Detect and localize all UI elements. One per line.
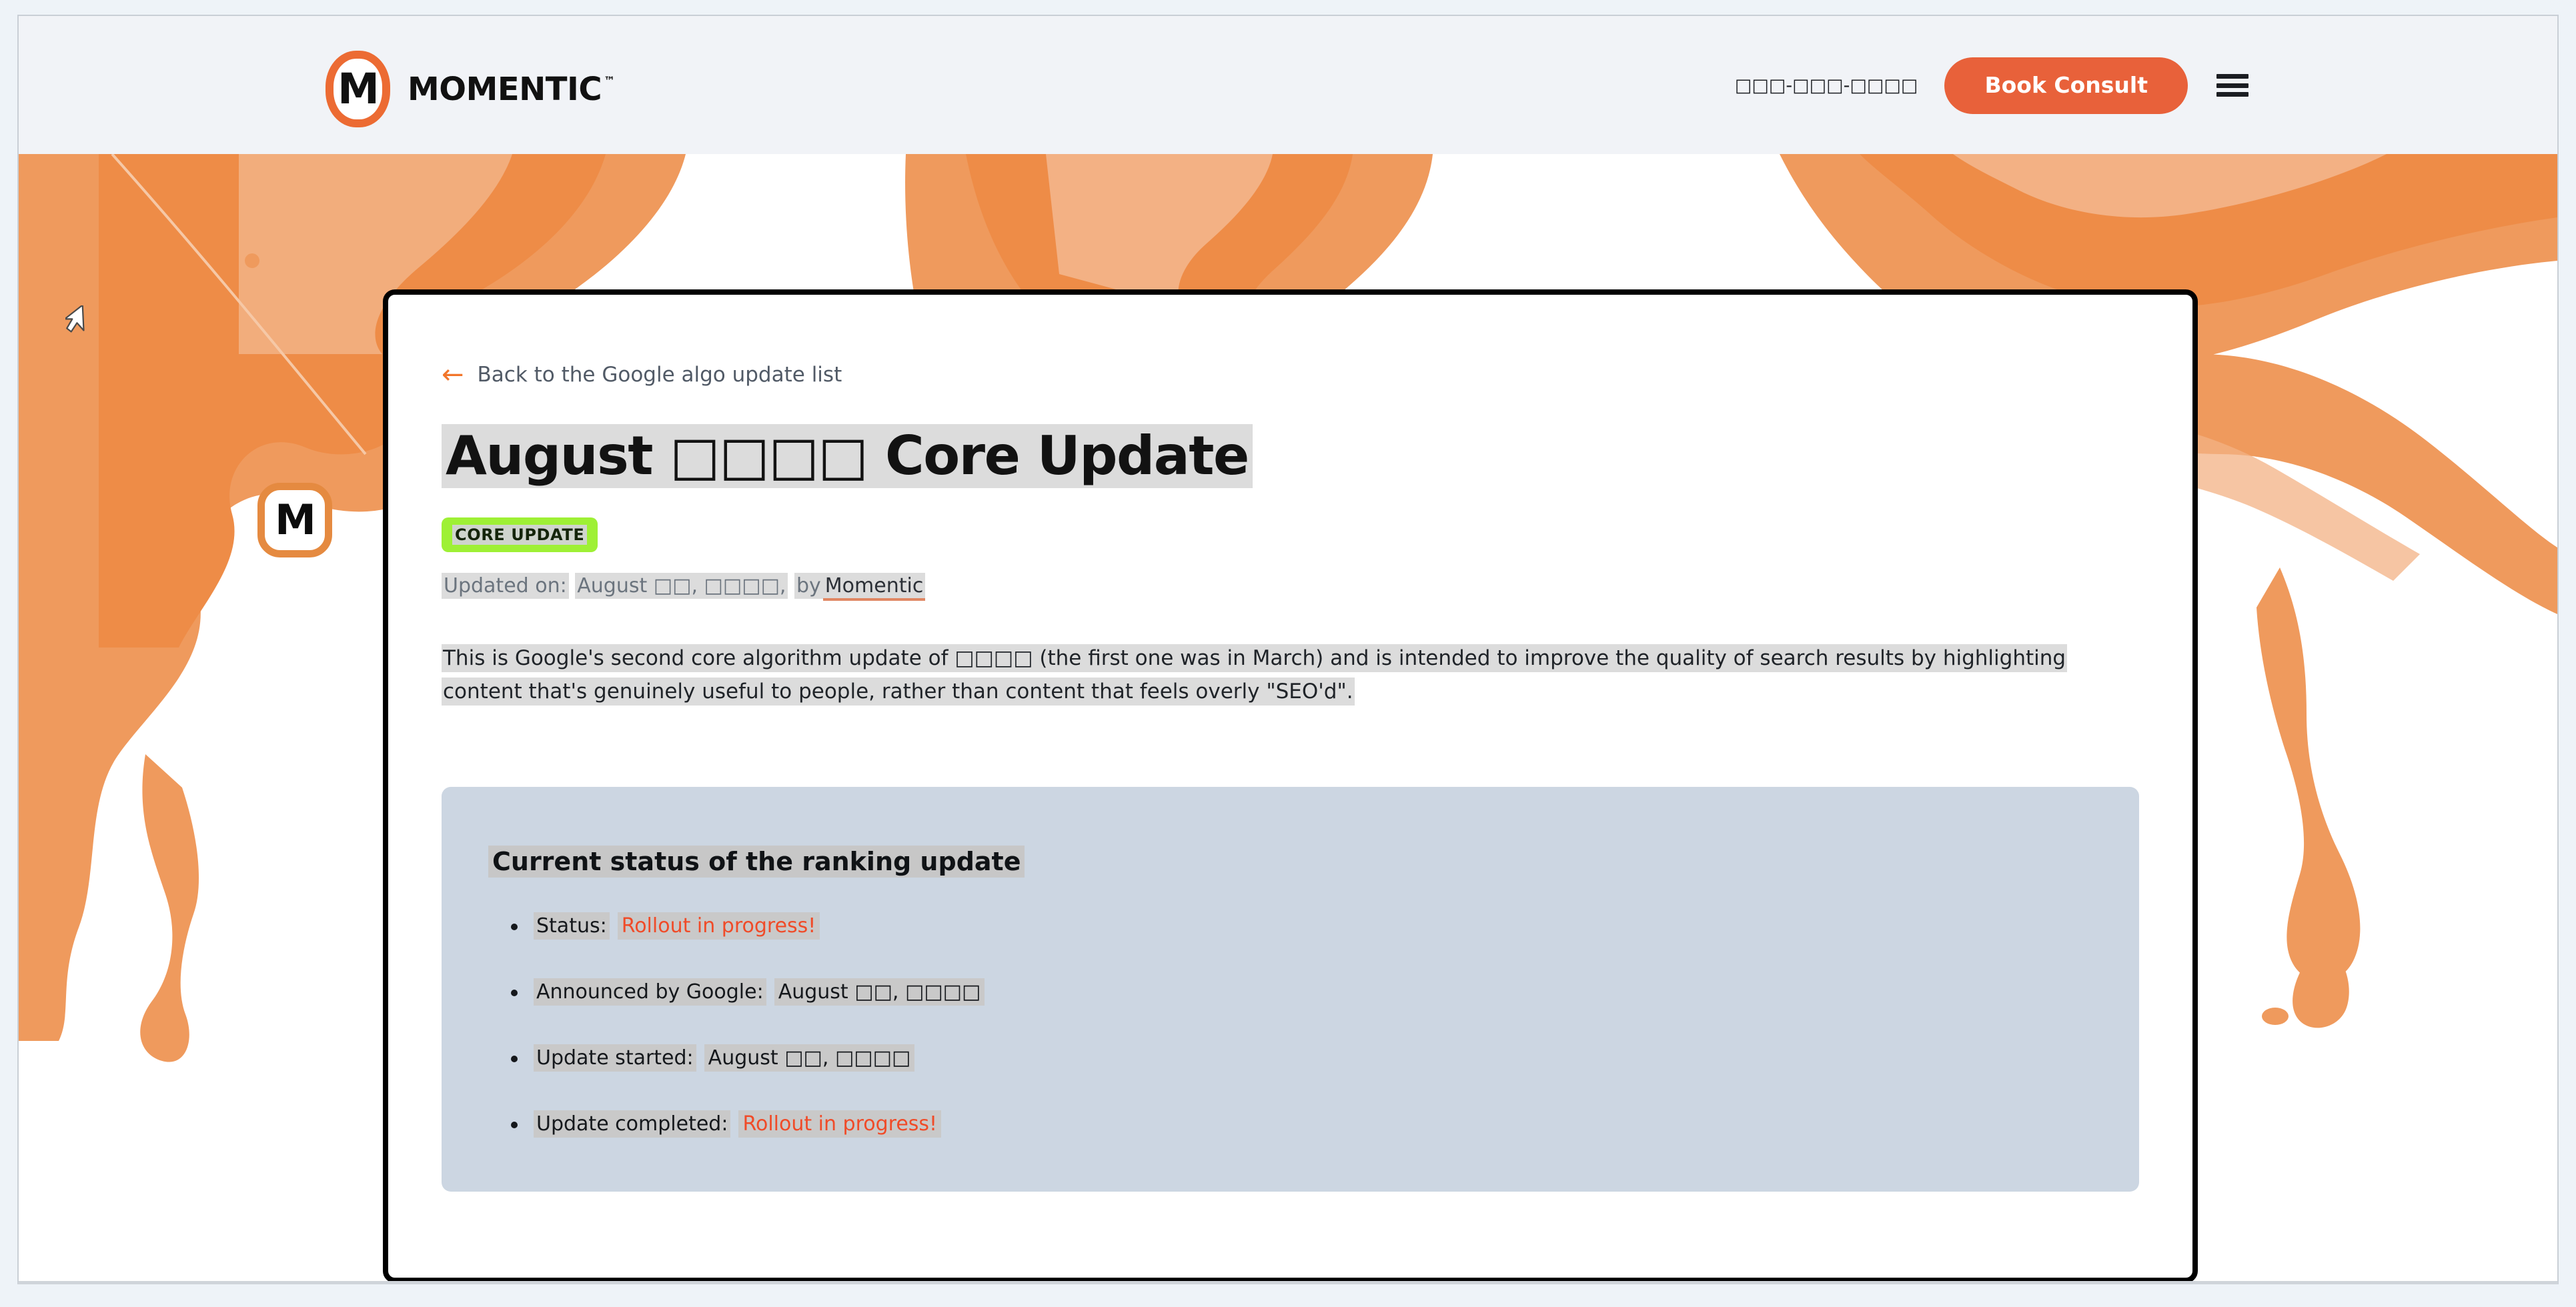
momentic-logo[interactable]: M MOMENTIC ™ <box>326 51 615 127</box>
logo-letter: M <box>338 65 380 113</box>
hamburger-menu-icon[interactable] <box>2214 71 2250 100</box>
byline-prefix: Updated on: <box>442 572 569 599</box>
brand-word-text: MOMENTIC <box>408 70 602 108</box>
byline-author-link[interactable]: Momentic <box>822 572 926 601</box>
article-lede-paragraph: This is Google's second core algorithm u… <box>442 641 2139 708</box>
byline-date: August □□, □□□□, <box>575 572 788 599</box>
ranking-status-panel: Current status of the ranking update Sta… <box>442 787 2139 1192</box>
status-item-label: Update started: <box>534 1044 696 1072</box>
phone-number-link[interactable]: □□□-□□□-□□□□ <box>1735 75 1918 96</box>
site-header: M MOMENTIC ™ □□□-□□□-□□□□ Book Consult <box>19 16 2557 154</box>
byline-by: by <box>794 572 823 599</box>
article-lede-text: This is Google's second core algorithm u… <box>442 643 2068 706</box>
momentic-watermark-logo: M <box>257 483 332 557</box>
list-item: Status: Rollout in progress! <box>511 912 2092 940</box>
status-item-value: August □□, □□□□ <box>774 978 985 1006</box>
status-list: Status: Rollout in progress! Announced by… <box>488 912 2092 1138</box>
back-link-label: Back to the Google algo update list <box>477 363 842 387</box>
page-title: August □□□□ Core Update <box>442 424 1253 488</box>
byline: Updated on: August □□, □□□□, by Momentic <box>442 572 2139 601</box>
article-content-card: ← Back to the Google algo update list Au… <box>383 289 2198 1281</box>
list-item: Update started: August □□, □□□□ <box>511 1044 2092 1072</box>
status-item-label: Update completed: <box>534 1110 731 1138</box>
hamburger-bar <box>2216 74 2248 79</box>
browser-viewport: M MOMENTIC ™ □□□-□□□-□□□□ Book Consult M… <box>17 15 2559 1284</box>
status-item-value: Rollout in progress! <box>617 912 820 940</box>
status-item-label: Announced by Google: <box>534 978 766 1006</box>
status-badge: CORE UPDATE <box>442 517 598 552</box>
list-item: Update completed: Rollout in progress! <box>511 1110 2092 1138</box>
watermark-letter: M <box>275 495 316 544</box>
status-item-label: Status: <box>534 912 610 940</box>
back-to-list-link[interactable]: ← Back to the Google algo update list <box>442 361 2139 388</box>
status-item-value: August □□, □□□□ <box>704 1044 915 1072</box>
status-panel-heading: Current status of the ranking update <box>488 846 1025 878</box>
logo-mark-icon: M <box>326 51 390 127</box>
book-consult-button[interactable]: Book Consult <box>1944 57 2188 114</box>
arrow-left-icon: ← <box>442 359 464 390</box>
list-item: Announced by Google: August □□, □□□□ <box>511 978 2092 1006</box>
brand-wordmark: MOMENTIC ™ <box>408 73 615 105</box>
header-actions: □□□-□□□-□□□□ Book Consult <box>1735 57 2250 114</box>
hamburger-bar <box>2216 92 2248 97</box>
status-badge-label: CORE UPDATE <box>452 524 588 545</box>
status-item-value: Rollout in progress! <box>738 1110 942 1138</box>
hamburger-bar <box>2216 83 2248 88</box>
trademark-icon: ™ <box>604 74 616 88</box>
